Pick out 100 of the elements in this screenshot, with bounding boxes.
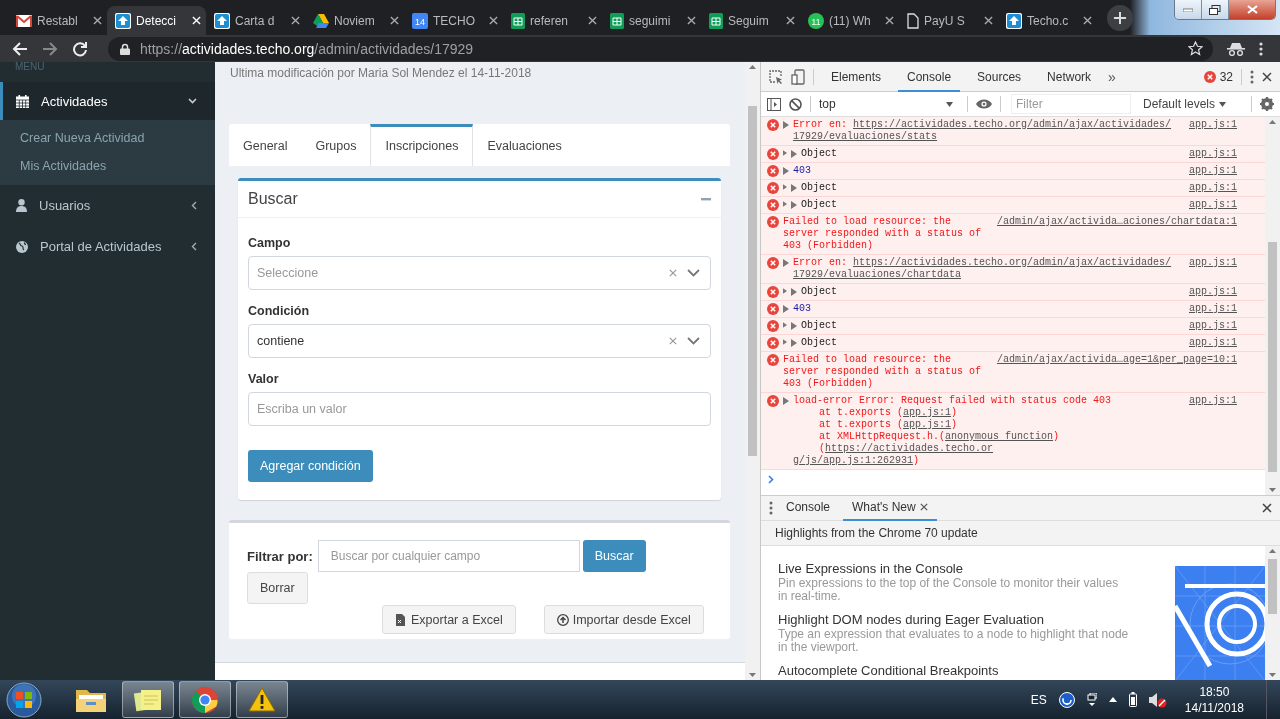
add-condition-button[interactable]: Agregar condición	[248, 450, 373, 482]
sidebar-item[interactable]: Usuarios	[0, 185, 215, 226]
back-icon[interactable]	[12, 40, 28, 57]
forward-icon[interactable]	[42, 40, 58, 57]
log-levels-dropdown[interactable]: Default levels	[1143, 97, 1227, 111]
url-link[interactable]: https://actividades.techo.org/admin/ajax/actividades/	[853, 257, 1172, 268]
expand-arrow-icon[interactable]	[783, 167, 789, 175]
panel-tab[interactable]: Sources	[968, 61, 1031, 92]
url-link[interactable]: https://actividades.techo.org/admin/ajax/actividades/	[853, 119, 1172, 130]
url-link[interactable]: 17929/evaluaciones/chartdata	[793, 269, 962, 280]
source-link[interactable]: app.js:1	[1189, 337, 1237, 349]
expand-arrow-icon[interactable]	[783, 259, 789, 267]
scrollbar[interactable]	[1265, 546, 1280, 680]
menu-icon[interactable]	[1250, 69, 1254, 84]
scrollbar[interactable]	[1265, 117, 1280, 495]
help-icon[interactable]	[1058, 691, 1075, 708]
clear-button[interactable]: Borrar	[247, 572, 308, 604]
source-link[interactable]: app.js:1	[1189, 257, 1237, 269]
restore-button[interactable]	[1202, 0, 1229, 19]
sidebar-toggle-icon[interactable]	[767, 97, 781, 111]
panel-tab[interactable]: Console	[898, 61, 961, 92]
reload-icon[interactable]	[72, 40, 88, 57]
language-indicator[interactable]: ES	[1030, 692, 1047, 707]
object-value[interactable]: Object	[801, 320, 1181, 332]
object-value[interactable]: Object	[801, 148, 1181, 160]
chevron-down-icon[interactable]	[687, 269, 700, 277]
close-icon[interactable]	[1083, 16, 1092, 25]
close-icon[interactable]	[291, 16, 300, 25]
show-hidden-icon[interactable]	[1108, 697, 1117, 702]
source-link[interactable]: app.js:1	[1189, 286, 1237, 298]
feature-title[interactable]: Autocomplete Conditional Breakpoints	[778, 663, 1158, 679]
source-link[interactable]: app.js:1	[1189, 182, 1237, 194]
close-icon[interactable]	[885, 16, 894, 25]
submenu-item[interactable]: Crear Nueva Actividad	[0, 124, 215, 152]
battery-icon[interactable]	[1128, 692, 1137, 707]
minimize-icon[interactable]	[1183, 7, 1193, 12]
close-icon[interactable]	[984, 16, 993, 25]
scroll-up-icon[interactable]	[1269, 120, 1276, 124]
source-link[interactable]: app.js:1	[903, 419, 952, 430]
scroll-down-icon[interactable]	[749, 673, 756, 677]
expand-arrow-icon[interactable]	[783, 397, 789, 405]
clear-console-icon[interactable]	[789, 97, 802, 111]
expand-arrow-icon[interactable]	[783, 121, 789, 129]
scrollbar-thumb[interactable]	[1268, 242, 1277, 472]
source-link[interactable]: https://actividades.techo.or	[825, 443, 994, 454]
source-link[interactable]: app.js:1	[1189, 165, 1237, 177]
scroll-down-icon[interactable]	[1269, 673, 1276, 677]
object-value[interactable]: Object	[801, 337, 1181, 349]
scroll-up-icon[interactable]	[1269, 549, 1276, 553]
taskbar-app[interactable]	[179, 681, 231, 718]
export-button[interactable]: Exportar a Excel	[382, 605, 516, 634]
source-link[interactable]: app.js:1	[1189, 199, 1237, 211]
source-link[interactable]: app.js:1	[1189, 303, 1237, 315]
object-value[interactable]: Object	[801, 182, 1181, 194]
close-icon[interactable]	[1262, 503, 1272, 513]
tab[interactable]: Evaluaciones	[473, 124, 576, 166]
source-link[interactable]: anonymous function	[945, 431, 1054, 442]
error-counter[interactable]: 32	[1203, 69, 1233, 84]
more-tabs-button[interactable]: »	[1108, 68, 1116, 85]
taskbar-app[interactable]	[236, 681, 288, 718]
browser-tab[interactable]: Detecci	[107, 6, 206, 35]
sidebar-item[interactable]: Actividades	[0, 82, 215, 120]
close-icon[interactable]	[687, 16, 696, 25]
expand-arrow-icon[interactable]	[783, 305, 789, 313]
tab[interactable]: Inscripciones	[370, 124, 474, 166]
drawer-tab[interactable]: Console	[777, 495, 840, 521]
close-icon[interactable]	[919, 503, 928, 511]
source-link[interactable]: app.js:1	[1189, 395, 1237, 407]
close-icon[interactable]	[588, 16, 597, 25]
select-field[interactable]: contiene	[248, 324, 711, 358]
tab[interactable]: General	[229, 124, 302, 166]
object-value[interactable]: Object	[801, 286, 1181, 298]
speaker-muted-icon[interactable]	[1148, 691, 1167, 708]
prompt-icon[interactable]	[768, 475, 774, 484]
source-link[interactable]: app.js:1	[903, 407, 952, 418]
scroll-down-icon[interactable]	[1269, 488, 1276, 492]
star-icon[interactable]	[1188, 41, 1203, 56]
chevron-down-icon[interactable]	[687, 337, 700, 345]
dropdown-arrow-icon[interactable]	[946, 101, 953, 107]
scroll-up-icon[interactable]	[749, 65, 756, 69]
scrollbar[interactable]	[745, 62, 760, 680]
scrollbar-thumb[interactable]	[748, 106, 757, 456]
panel-tab[interactable]: Network	[1038, 61, 1101, 92]
close-button[interactable]	[1229, 0, 1275, 19]
source-link[interactable]: /admin/ajax/activida…age=1&per_page=10:1	[996, 354, 1237, 366]
search-button[interactable]: Buscar	[582, 540, 646, 572]
clear-icon[interactable]	[669, 337, 677, 345]
feature-title[interactable]: Live Expressions in the Console	[778, 561, 1158, 577]
import-button[interactable]: Importar desde Excel	[543, 605, 704, 634]
restore-icon[interactable]	[1209, 4, 1221, 15]
more-options-icon[interactable]	[769, 501, 773, 515]
close-icon[interactable]	[489, 16, 498, 25]
inspect-icon[interactable]	[769, 69, 783, 84]
clock[interactable]: 18:50 14/11/2018	[1184, 683, 1244, 716]
submenu-item[interactable]: Mis Actividades	[0, 152, 215, 180]
new-tab-button[interactable]	[1107, 5, 1133, 31]
sidebar-item[interactable]: Portal de Actividades	[0, 226, 215, 267]
settings-icon[interactable]	[1260, 97, 1274, 111]
feature-title[interactable]: Highlight DOM nodes during Eager Evaluation	[778, 612, 1158, 628]
device-icon[interactable]	[791, 68, 805, 85]
